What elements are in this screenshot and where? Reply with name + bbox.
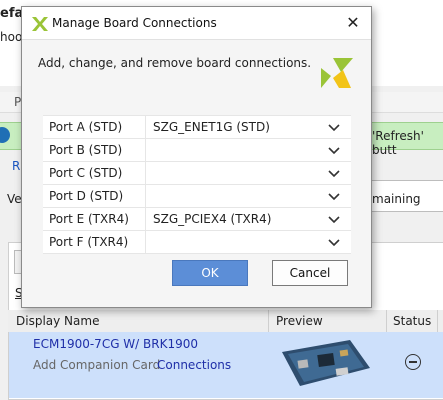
remaining-label: maining xyxy=(372,192,421,206)
connections-link[interactable]: Connections xyxy=(157,358,231,372)
chevron-down-icon[interactable] xyxy=(326,165,342,181)
board-name-link[interactable]: ECM1900-7CG W/ BRK1900 xyxy=(33,337,198,351)
cancel-button[interactable]: Cancel xyxy=(272,260,348,286)
port-row-d[interactable]: Port D (STD) xyxy=(43,185,351,208)
port-row-c[interactable]: Port C (STD) xyxy=(43,162,351,185)
port-name: Port F (TXR4) xyxy=(49,235,129,249)
dialog-description: Add, change, and remove board connection… xyxy=(38,56,312,70)
port-name: Port E (TXR4) xyxy=(49,212,129,226)
port-name: Port A (STD) xyxy=(49,120,123,134)
background-label: Ve xyxy=(7,192,22,206)
port-name: Port B (STD) xyxy=(49,143,123,157)
port-name: Port D (STD) xyxy=(49,189,124,203)
vendor-logo-icon xyxy=(321,58,353,88)
port-value: SZG_PCIEX4 (TXR4) xyxy=(153,212,272,226)
port-divider xyxy=(145,162,146,184)
port-row-b[interactable]: Port B (STD) xyxy=(43,139,351,162)
app-logo-icon xyxy=(32,17,48,31)
background-subtitle: hoo xyxy=(0,30,23,44)
column-header-preview[interactable]: Preview xyxy=(276,314,323,328)
column-header-display-name[interactable]: Display Name xyxy=(16,314,99,328)
companion-card-label: Add Companion Card xyxy=(33,358,161,372)
chevron-down-icon[interactable] xyxy=(326,188,342,204)
port-row-e[interactable]: Port E (TXR4) SZG_PCIEX4 (TXR4) xyxy=(43,208,351,231)
ok-button[interactable]: OK xyxy=(172,260,248,286)
port-value: SZG_ENET1G (STD) xyxy=(153,120,270,134)
port-list: Port A (STD) SZG_ENET1G (STD) Port B (ST… xyxy=(43,115,351,254)
background-title: efa xyxy=(0,6,24,21)
chevron-down-icon[interactable] xyxy=(326,211,342,227)
dialog-title: Manage Board Connections xyxy=(52,16,217,30)
chevron-down-icon[interactable] xyxy=(326,234,342,250)
background-link[interactable]: R xyxy=(12,159,20,173)
port-divider xyxy=(145,116,146,138)
chevron-down-icon[interactable] xyxy=(326,142,342,158)
column-header-status[interactable]: Status xyxy=(393,314,431,328)
close-icon[interactable]: ✕ xyxy=(342,12,364,34)
port-row-f[interactable]: Port F (TXR4) xyxy=(43,231,351,254)
info-banner-text: 'Refresh' butt xyxy=(372,129,424,157)
port-divider xyxy=(145,185,146,207)
port-row-a[interactable]: Port A (STD) SZG_ENET1G (STD) xyxy=(43,115,351,139)
manage-board-connections-dialog: Manage Board Connections ✕ Add, change, … xyxy=(21,6,372,308)
port-divider xyxy=(145,208,146,230)
port-divider xyxy=(145,139,146,161)
remove-circle-icon[interactable] xyxy=(405,354,421,370)
port-name: Port C (STD) xyxy=(49,166,123,180)
chevron-down-icon[interactable] xyxy=(326,119,342,135)
port-divider xyxy=(145,231,146,253)
board-preview-image xyxy=(282,340,370,386)
